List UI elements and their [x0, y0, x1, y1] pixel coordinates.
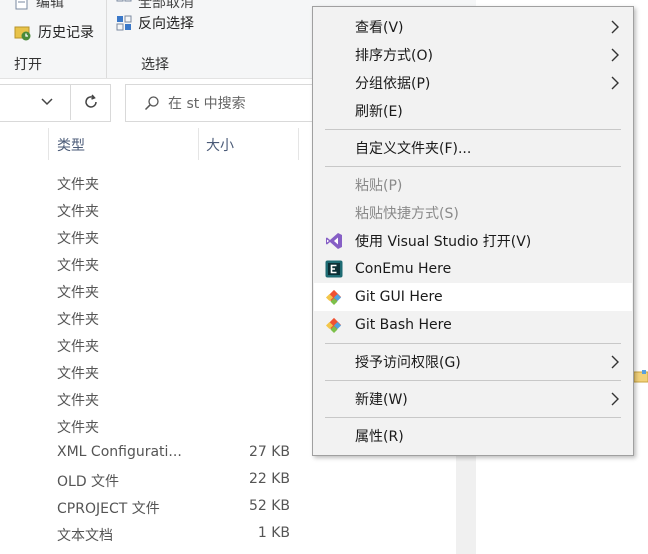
column-divider[interactable]	[48, 128, 49, 160]
edit-label: 编辑	[36, 0, 64, 11]
menu-item-paste[interactable]: 粘贴(P)	[314, 171, 632, 199]
history-label: 历史记录	[38, 25, 94, 41]
row-type: 文件夹	[57, 339, 99, 355]
context-menu: 查看(V) 排序方式(O) 分组依据(P) 刷新(E) 自定义文件夹(F)...…	[312, 6, 634, 456]
menu-item-conemu[interactable]: ConEmu Here	[314, 255, 632, 283]
menu-item-label: 粘贴快捷方式(S)	[355, 206, 459, 222]
select-none-button[interactable]: 全部取消	[116, 0, 194, 12]
row-type: CPROJECT 文件	[57, 501, 160, 517]
select-none-label: 全部取消	[138, 0, 194, 11]
refresh-icon	[85, 94, 97, 108]
row-type: 文件夹	[57, 177, 99, 193]
group-divider	[106, 0, 107, 78]
history-icon	[14, 26, 31, 41]
search-icon	[144, 96, 159, 111]
group-label-select: 选择	[141, 57, 169, 73]
menu-separator	[325, 417, 621, 418]
row-size: 27 KB	[248, 444, 290, 460]
menu-item-label: 刷新(E)	[355, 104, 403, 120]
row-type: OLD 文件	[57, 474, 120, 490]
invert-selection-button[interactable]: 反向选择	[116, 13, 194, 33]
history-button[interactable]: 历史记录	[14, 22, 94, 42]
table-row[interactable]: 文本文档 1 KB	[0, 521, 460, 548]
row-size: 22 KB	[248, 471, 290, 487]
address-dropdown[interactable]	[40, 95, 54, 113]
invert-selection-label: 反向选择	[138, 16, 194, 32]
menu-item-git-gui[interactable]: Git GUI Here	[314, 283, 632, 311]
refresh-button[interactable]	[70, 84, 111, 120]
menu-item-label: ConEmu Here	[355, 261, 452, 277]
menu-item-label: 分组依据(P)	[355, 76, 431, 92]
menu-item-refresh[interactable]: 刷新(E)	[314, 97, 632, 125]
menu-item-git-bash[interactable]: Git Bash Here	[314, 311, 632, 339]
menu-item-label: 排序方式(O)	[355, 48, 433, 64]
chevron-right-icon	[611, 76, 619, 90]
column-header-size[interactable]: 大小	[206, 128, 234, 162]
invert-selection-icon	[116, 15, 132, 31]
menu-item-open-visual-studio[interactable]: 使用 Visual Studio 打开(V)	[314, 227, 632, 255]
menu-separator	[325, 380, 621, 381]
group-label-open: 打开	[14, 57, 42, 73]
conemu-icon	[324, 259, 344, 279]
menu-separator	[325, 129, 621, 130]
table-row[interactable]: OLD 文件 22 KB	[0, 467, 460, 494]
menu-item-label: 粘贴(P)	[355, 178, 403, 194]
column-divider[interactable]	[298, 128, 299, 160]
row-size: 1 KB	[257, 525, 290, 541]
chevron-right-icon	[611, 355, 619, 369]
row-type: 文件夹	[57, 285, 99, 301]
menu-item-label: Git GUI Here	[355, 289, 443, 305]
menu-item-label: 使用 Visual Studio 打开(V)	[355, 234, 532, 250]
menu-item-view[interactable]: 查看(V)	[314, 13, 632, 41]
chevron-right-icon	[611, 392, 619, 406]
git-gui-icon	[324, 287, 344, 307]
menu-item-grant-access[interactable]: 授予访问权限(G)	[314, 348, 632, 376]
column-divider[interactable]	[198, 128, 199, 160]
menu-separator	[325, 166, 621, 167]
row-type: 文件夹	[57, 420, 99, 436]
menu-item-new[interactable]: 新建(W)	[314, 385, 632, 413]
menu-item-label: 授予访问权限(G)	[355, 355, 461, 371]
row-type: XML Configurati...	[57, 444, 182, 460]
menu-separator	[325, 343, 621, 344]
row-type: 文件夹	[57, 393, 99, 409]
folder-icon	[632, 366, 648, 386]
menu-item-label: 查看(V)	[355, 20, 404, 36]
select-none-icon	[116, 0, 132, 2]
row-size: 52 KB	[248, 498, 290, 514]
row-type: 文件夹	[57, 204, 99, 220]
row-type: 文本文档	[57, 528, 113, 544]
edit-button[interactable]: 编辑	[14, 0, 64, 12]
menu-item-properties[interactable]: 属性(R)	[314, 422, 632, 450]
menu-item-label: 新建(W)	[355, 392, 408, 408]
row-type: 文件夹	[57, 366, 99, 382]
search-box[interactable]: 在 st 中搜索	[125, 84, 327, 122]
chevron-down-icon	[41, 98, 53, 106]
menu-item-label: 自定义文件夹(F)...	[355, 141, 472, 157]
chevron-right-icon	[611, 20, 619, 34]
row-type: 文件夹	[57, 312, 99, 328]
edit-icon	[15, 0, 28, 10]
menu-item-paste-shortcut[interactable]: 粘贴快捷方式(S)	[314, 199, 632, 227]
table-row[interactable]: CPROJECT 文件 52 KB	[0, 494, 460, 521]
menu-item-group-by[interactable]: 分组依据(P)	[314, 69, 632, 97]
column-header-type[interactable]: 类型	[57, 128, 85, 162]
row-type: 文件夹	[57, 258, 99, 274]
visual-studio-icon	[324, 231, 344, 251]
search-input[interactable]: 在 st 中搜索	[168, 93, 246, 113]
menu-item-label: Git Bash Here	[355, 317, 452, 333]
git-bash-icon	[324, 315, 344, 335]
menu-item-customize-folder[interactable]: 自定义文件夹(F)...	[314, 134, 632, 162]
row-type: 文件夹	[57, 231, 99, 247]
chevron-right-icon	[611, 48, 619, 62]
menu-item-sort[interactable]: 排序方式(O)	[314, 41, 632, 69]
menu-item-label: 属性(R)	[355, 429, 404, 445]
